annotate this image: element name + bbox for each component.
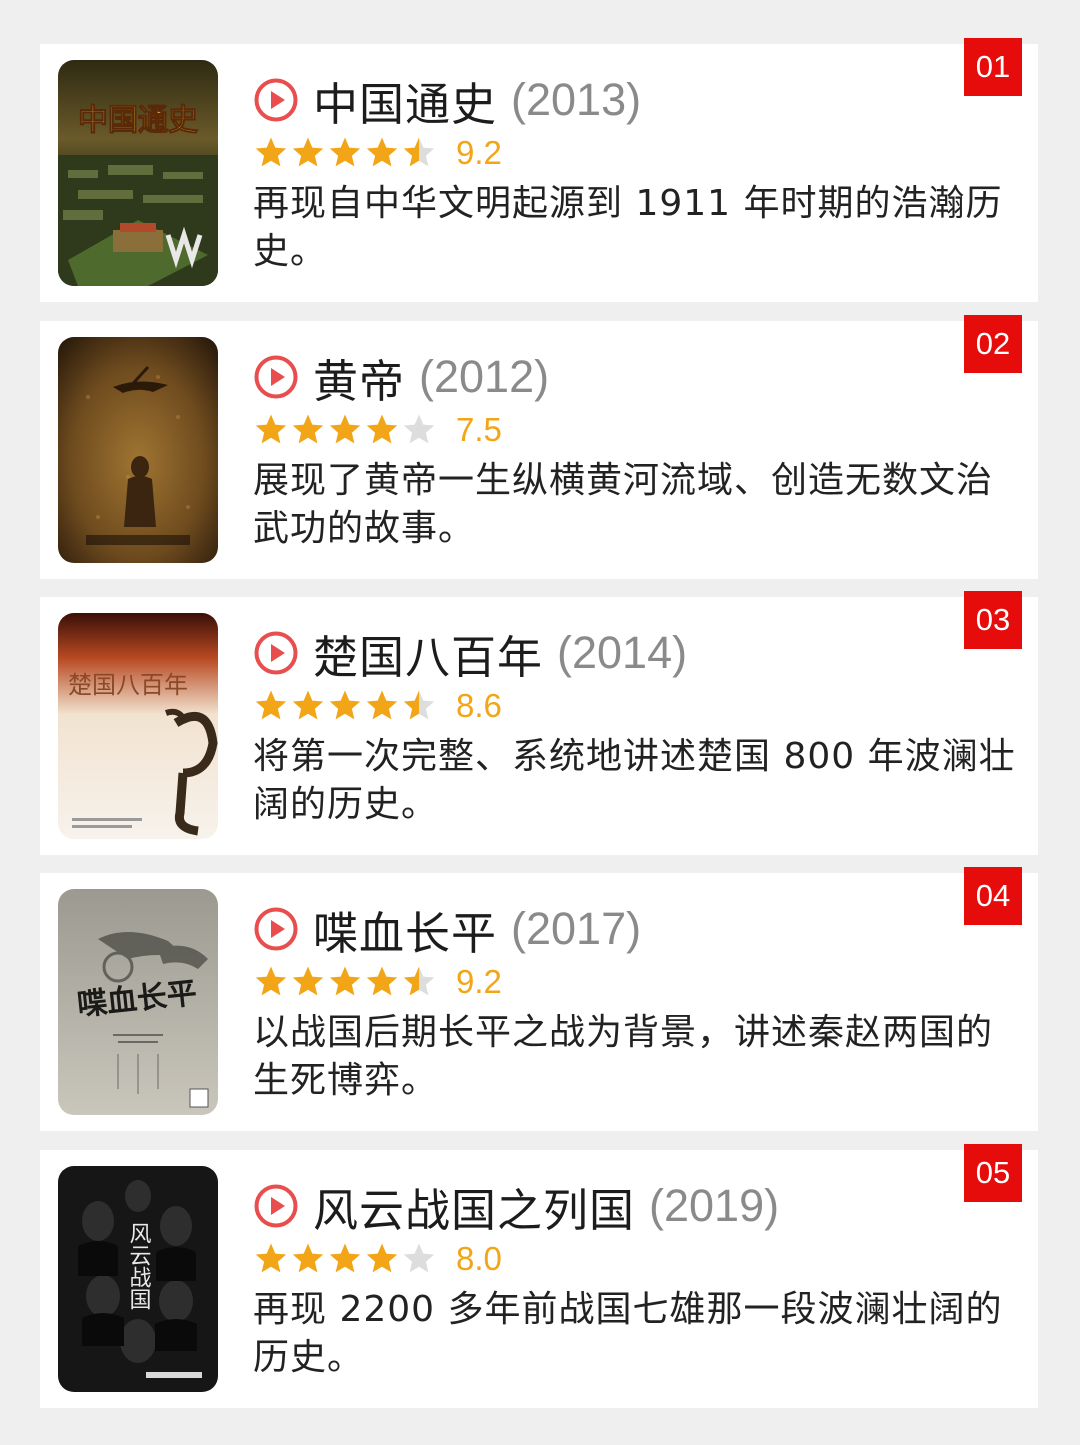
star-icon xyxy=(329,137,361,167)
star-rating xyxy=(253,964,438,1000)
list-item[interactable]: 02 黄帝 (2012) 7.5 展现了黄帝一生纵横黄河流域、创造无数文治武功的… xyxy=(40,315,1038,579)
play-circle-icon[interactable] xyxy=(253,354,299,400)
star-rating xyxy=(253,1241,438,1277)
title-row: 黄帝 (2012) xyxy=(253,345,550,410)
star-icon xyxy=(329,1243,361,1273)
documentary-list: 中国通史 01 中国通史 (2013) 9.2 再现自中华文明起源到 1911 … xyxy=(0,0,1080,1445)
rating-score: 8.0 xyxy=(456,1240,502,1277)
rating-score: 9.2 xyxy=(456,963,502,1000)
star-icon xyxy=(292,690,324,720)
star-icon xyxy=(255,966,287,996)
star-icon xyxy=(403,137,435,167)
star-icon xyxy=(366,1243,398,1273)
play-circle-icon[interactable] xyxy=(253,906,299,952)
rank-badge: 02 xyxy=(964,315,1022,373)
title-row: 风云战国之列国 (2019) xyxy=(253,1174,780,1239)
list-item[interactable]: 风云战国 05 风云战国之列国 (2019) 8.0 再现 2200 多年前战国… xyxy=(40,1144,1038,1408)
rating-row: 8.0 xyxy=(253,1238,502,1280)
rating-score: 9.2 xyxy=(456,134,502,171)
play-circle-icon[interactable] xyxy=(253,1183,299,1229)
star-icon xyxy=(403,414,435,444)
svg-text:楚国八百年: 楚国八百年 xyxy=(68,671,188,699)
star-icon xyxy=(366,414,398,444)
rating-row: 7.5 xyxy=(253,409,502,451)
svg-text:中国通史: 中国通史 xyxy=(78,103,198,138)
star-icon xyxy=(255,414,287,444)
item-year: (2013) xyxy=(511,74,642,125)
rating-row: 8.6 xyxy=(253,685,502,727)
star-icon xyxy=(366,137,398,167)
rating-row: 9.2 xyxy=(253,132,502,174)
star-icon xyxy=(292,1243,324,1273)
star-icon xyxy=(403,1243,435,1273)
poster-art: 喋血长平 xyxy=(58,889,218,1115)
rating-score: 8.6 xyxy=(456,687,502,724)
rating-row: 9.2 xyxy=(253,961,502,1003)
star-icon xyxy=(329,966,361,996)
poster-art: 风云战国 xyxy=(58,1166,218,1392)
item-description: 再现 2200 多年前战国七雄那一段波澜壮阔的历史。 xyxy=(253,1289,1003,1378)
star-icon xyxy=(403,690,435,720)
title-row: 楚国八百年 (2014) xyxy=(253,621,688,686)
item-title[interactable]: 黄帝 xyxy=(313,345,405,410)
play-circle-icon[interactable] xyxy=(253,630,299,676)
star-icon xyxy=(366,690,398,720)
star-rating xyxy=(253,135,438,171)
rank-badge: 05 xyxy=(964,1144,1022,1202)
star-icon xyxy=(255,1243,287,1273)
poster-image[interactable]: 喋血长平 xyxy=(58,889,218,1115)
item-year: (2019) xyxy=(649,1180,780,1231)
item-description: 再现自中华文明起源到 1911 年时期的浩瀚历史。 xyxy=(253,183,1003,272)
list-item[interactable]: 楚国八百年 03 楚国八百年 (2014) 8.6 将第一次完整、系统地讲述楚国… xyxy=(40,591,1038,855)
star-icon xyxy=(292,414,324,444)
item-description: 以战国后期长平之战为背景，讲述秦赵两国的生死博弈。 xyxy=(253,1012,994,1101)
star-icon xyxy=(255,690,287,720)
star-rating xyxy=(253,412,438,448)
item-year: (2012) xyxy=(419,351,550,402)
rank-badge: 01 xyxy=(964,38,1022,96)
poster-image[interactable]: 风云战国 xyxy=(58,1166,218,1392)
item-title[interactable]: 中国通史 xyxy=(313,68,497,133)
star-icon xyxy=(255,137,287,167)
poster-art xyxy=(58,337,218,563)
star-icon xyxy=(366,966,398,996)
star-icon xyxy=(329,414,361,444)
star-icon xyxy=(403,966,435,996)
rating-score: 7.5 xyxy=(456,411,502,448)
list-item[interactable]: 喋血长平 04 喋血长平 (2017) 9.2 以战国后期长平之战为背景，讲述秦… xyxy=(40,867,1038,1131)
title-row: 中国通史 (2013) xyxy=(253,68,642,133)
star-rating xyxy=(253,688,438,724)
play-circle-icon[interactable] xyxy=(253,77,299,123)
star-icon xyxy=(292,966,324,996)
title-row: 喋血长平 (2017) xyxy=(253,897,642,962)
list-item[interactable]: 中国通史 01 中国通史 (2013) 9.2 再现自中华文明起源到 1911 … xyxy=(40,38,1038,302)
svg-text:风云战国: 风云战国 xyxy=(126,1222,152,1310)
item-title[interactable]: 喋血长平 xyxy=(313,897,497,962)
poster-image[interactable]: 楚国八百年 xyxy=(58,613,218,839)
rank-badge: 03 xyxy=(964,591,1022,649)
poster-art: 楚国八百年 xyxy=(58,613,218,839)
poster-image[interactable]: 中国通史 xyxy=(58,60,218,286)
item-description: 将第一次完整、系统地讲述楚国 800 年波澜壮阔的历史。 xyxy=(253,736,1016,825)
item-description: 展现了黄帝一生纵横黄河流域、创造无数文治武功的故事。 xyxy=(253,460,994,549)
rank-badge: 04 xyxy=(964,867,1022,925)
poster-art: 中国通史 xyxy=(58,60,218,286)
star-icon xyxy=(329,690,361,720)
item-title[interactable]: 楚国八百年 xyxy=(313,621,543,686)
item-year: (2017) xyxy=(511,903,642,954)
poster-image[interactable] xyxy=(58,337,218,563)
item-title[interactable]: 风云战国之列国 xyxy=(313,1174,635,1239)
star-icon xyxy=(292,137,324,167)
item-year: (2014) xyxy=(557,627,688,678)
